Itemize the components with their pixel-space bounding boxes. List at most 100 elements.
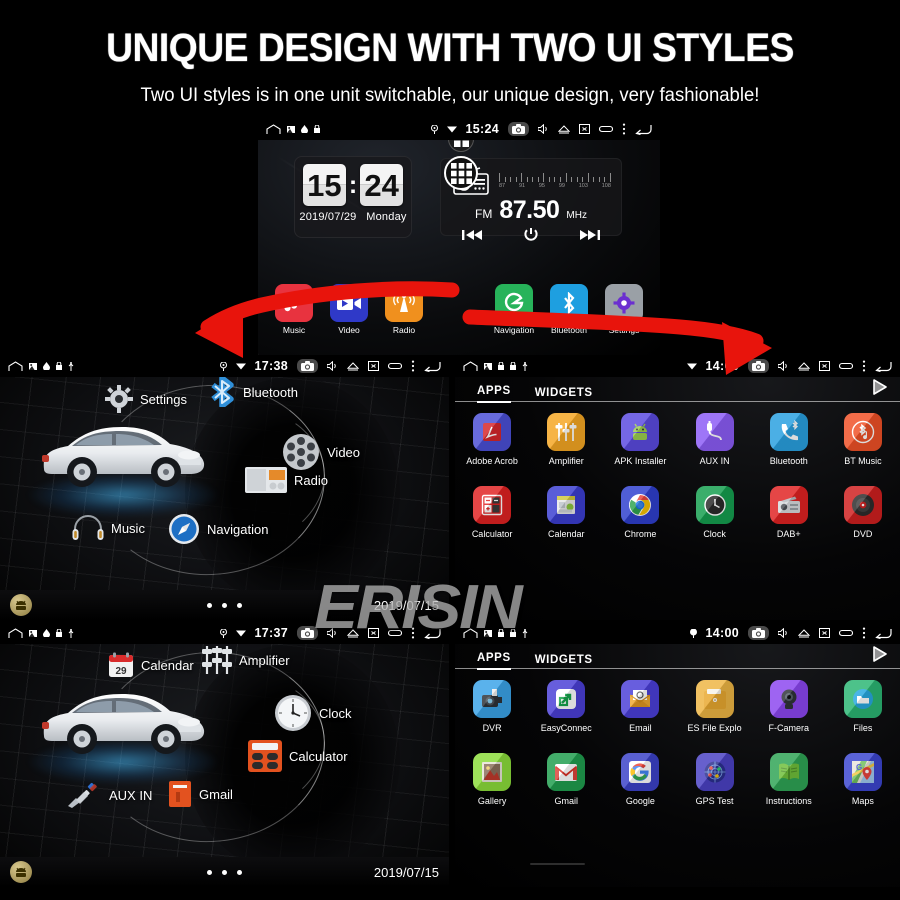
app-item[interactable]: Email	[603, 680, 677, 733]
car-menu-item-clock[interactable]: Clock	[274, 694, 352, 732]
app-item[interactable]: APK Installer	[603, 413, 677, 466]
dock-item-bluetooth[interactable]: Bluetooth	[547, 284, 591, 335]
eject-icon[interactable]	[347, 361, 359, 371]
dock-item-navigation[interactable]: Navigation	[492, 284, 536, 335]
car-menu-item-calendar[interactable]: 29 Calendar	[108, 652, 194, 678]
radio-controls	[441, 225, 621, 249]
app-item[interactable]: Gmail	[529, 753, 603, 806]
overflow-menu-icon[interactable]	[862, 360, 866, 372]
status-bar: 15:24	[258, 118, 660, 140]
car-menu-item-music[interactable]: Music	[72, 515, 145, 541]
app-item[interactable]: GPS Test	[677, 753, 751, 806]
home-icon[interactable]	[8, 360, 23, 372]
car-menu-item-calculator[interactable]: Calculator	[248, 740, 348, 772]
recents-icon[interactable]	[839, 629, 853, 637]
back-arrow-icon[interactable]	[424, 361, 441, 372]
car-menu-label: Clock	[319, 705, 352, 721]
tab-apps[interactable]: APPS	[477, 652, 511, 670]
apps-grid-button-large[interactable]	[444, 156, 478, 190]
scroll-indicator[interactable]	[530, 863, 585, 865]
overflow-menu-icon[interactable]	[862, 627, 866, 639]
app-item[interactable]: G Maps	[826, 753, 900, 806]
app-item[interactable]: Files	[826, 680, 900, 733]
power-button[interactable]	[523, 227, 539, 243]
dock-label: Bluetooth	[551, 325, 587, 335]
poster-header: UNIQUE DESIGN WITH TWO UI STYLES Two UI …	[0, 0, 900, 118]
app-item[interactable]: Bluetooth	[752, 413, 826, 466]
car-illustration	[38, 417, 208, 494]
overflow-menu-icon[interactable]	[411, 360, 415, 372]
scale-ticks	[499, 173, 611, 182]
app-item[interactable]: Instructions	[752, 753, 826, 806]
overflow-menu-icon[interactable]	[622, 123, 626, 135]
home-icon[interactable]	[463, 360, 478, 372]
dock-item-radio[interactable]: Radio	[382, 284, 426, 335]
app-item[interactable]: BT Music	[826, 413, 900, 466]
location-pin-icon	[430, 124, 438, 134]
app-item[interactable]: Gallery	[455, 753, 529, 806]
app-item[interactable]: AUX IN	[677, 413, 751, 466]
screenshot-icon[interactable]	[819, 361, 830, 371]
back-arrow-icon[interactable]	[875, 361, 892, 372]
camera-icon[interactable]	[748, 359, 769, 373]
app-label: DVR	[482, 723, 502, 733]
car-menu-item-amplifier[interactable]: Amplifier	[202, 644, 290, 676]
app-item[interactable]: DVR	[455, 680, 529, 733]
dock-item-video[interactable]: Video	[327, 284, 371, 335]
car-menu-item-radio[interactable]: Radio	[245, 467, 328, 493]
car-menu-item-settings[interactable]: Settings	[105, 385, 187, 413]
clock-date: 2019/07/29	[299, 211, 357, 223]
tab-widgets[interactable]: WIDGETS	[535, 387, 593, 403]
eject-icon[interactable]	[558, 124, 570, 134]
tab-apps[interactable]: APPS	[477, 385, 511, 403]
back-arrow-icon[interactable]	[875, 628, 892, 639]
radio-frequency-scale[interactable]: 87 91 95 99 103 108	[499, 173, 611, 189]
car-menu-item-bluetooth[interactable]: Bluetooth	[208, 377, 298, 407]
app-item[interactable]: Google	[603, 753, 677, 806]
next-track-button[interactable]	[580, 229, 601, 241]
back-arrow-icon[interactable]	[635, 124, 652, 135]
recents-icon[interactable]	[388, 362, 402, 370]
app-label: Maps	[851, 796, 874, 806]
home-icon[interactable]	[8, 627, 23, 639]
play-store-icon[interactable]	[872, 379, 900, 403]
camera-icon[interactable]	[297, 359, 318, 373]
volume-icon[interactable]	[538, 124, 549, 134]
screenshot-icon[interactable]	[368, 361, 379, 371]
recents-icon[interactable]	[599, 125, 613, 133]
app-item[interactable]: Adobe Acrob	[455, 413, 529, 466]
eject-icon[interactable]	[798, 361, 810, 371]
app-item[interactable]: Clock	[677, 486, 751, 539]
folder-icon	[695, 680, 734, 718]
car-menu-item-gmail[interactable]: Gmail	[168, 780, 233, 808]
home-icon[interactable]	[266, 123, 281, 135]
screenshot-icon[interactable]	[579, 124, 590, 134]
eject-icon[interactable]	[798, 628, 810, 638]
tab-widgets[interactable]: WIDGETS	[535, 654, 593, 670]
car-menu-item-aux-in[interactable]: AUX IN	[66, 782, 152, 808]
app-item[interactable]: Amplifier	[529, 413, 603, 466]
dock-item-settings[interactable]: Settings	[602, 284, 646, 335]
recents-icon[interactable]	[839, 362, 853, 370]
app-item[interactable]: Calendar	[529, 486, 603, 539]
app-item[interactable]: DAB+	[752, 486, 826, 539]
car-menu-item-navigation[interactable]: Navigation	[168, 513, 268, 545]
screenshot-icon[interactable]	[819, 628, 830, 638]
volume-icon[interactable]	[778, 361, 789, 371]
prev-track-button[interactable]	[461, 229, 482, 241]
app-item[interactable]: Calculator	[455, 486, 529, 539]
app-item[interactable]: F-Camera	[752, 680, 826, 733]
app-item[interactable]: DVD	[826, 486, 900, 539]
home-screen-panel: 15:24 15 : 24 2019/07/29 Monday 87 91 95…	[258, 118, 660, 355]
volume-icon[interactable]	[778, 628, 789, 638]
car-menu-item-video[interactable]: Video	[282, 433, 360, 471]
app-item[interactable]: Chrome	[603, 486, 677, 539]
dock-item-music[interactable]: Music	[272, 284, 316, 335]
app-item[interactable]: EasyConnec	[529, 680, 603, 733]
camera-icon[interactable]	[508, 122, 529, 136]
play-store-icon[interactable]	[872, 646, 900, 670]
clock-widget[interactable]: 15 : 24 2019/07/29 Monday	[294, 156, 412, 238]
app-item[interactable]: ES File Explo	[677, 680, 751, 733]
volume-icon[interactable]	[327, 361, 338, 371]
camera-icon[interactable]	[748, 626, 769, 640]
